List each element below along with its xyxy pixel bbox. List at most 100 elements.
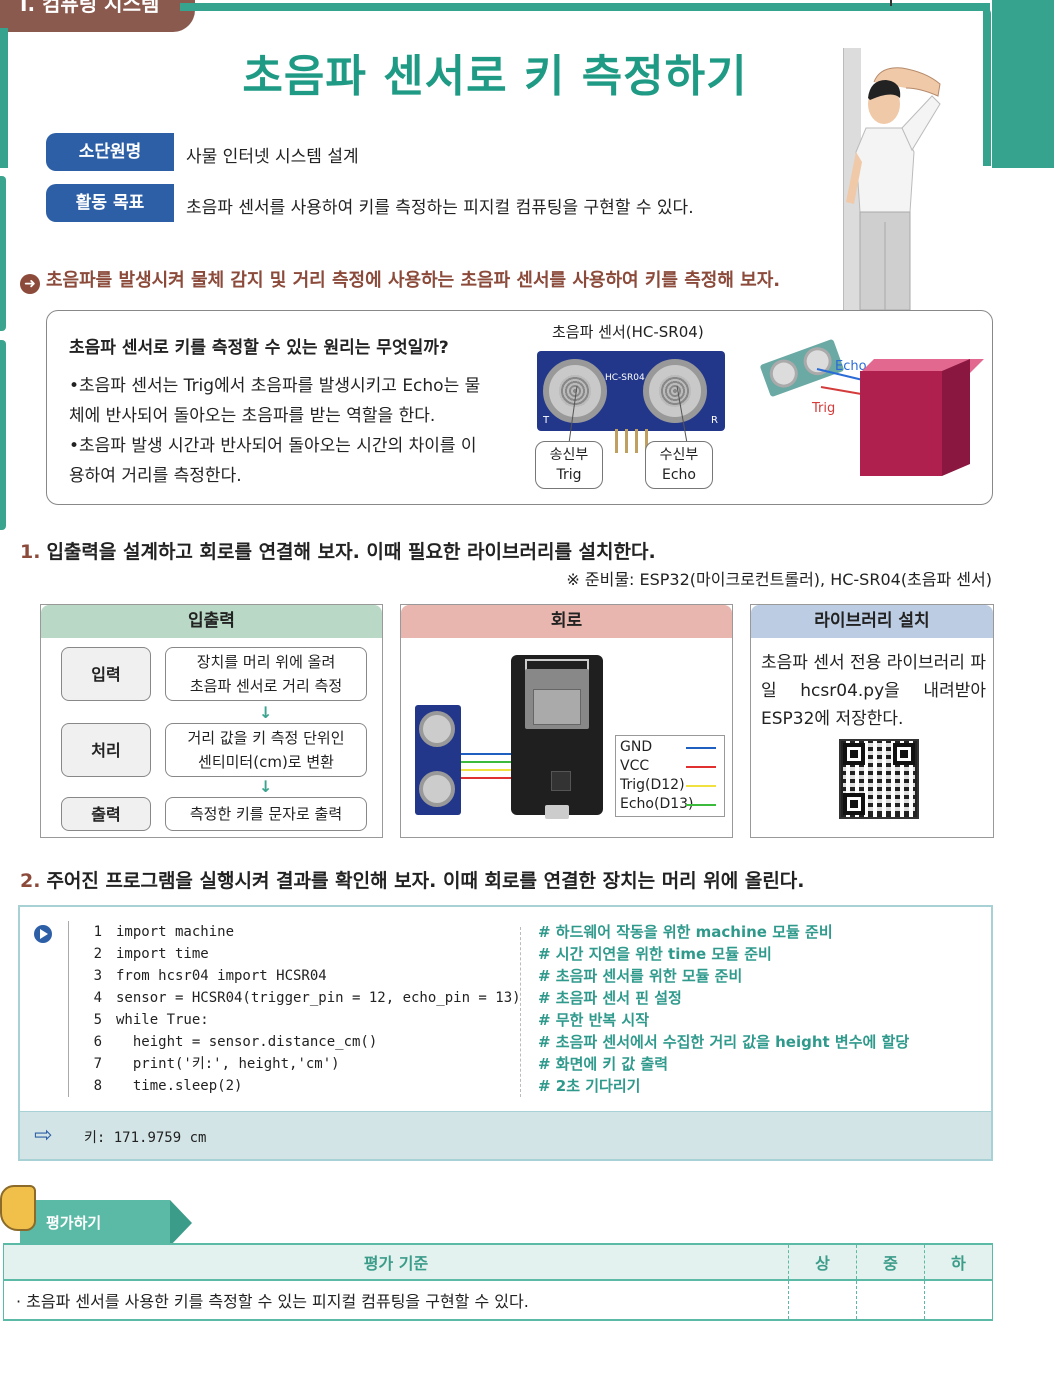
evaluation-header-row: 평가 기준 상 중 하 — [3, 1243, 993, 1280]
code-line: import machine — [116, 924, 235, 940]
mini-sensor-can — [765, 355, 802, 392]
step-1-heading: 1. 입출력을 설계하고 회로를 연결해 보자. 이때 필요한 라이브러리를 설치… — [20, 537, 656, 564]
ultrasonic-can — [419, 711, 455, 747]
step-2-number: 2. — [20, 870, 41, 892]
io-panel: 입출력 입력 장치를 머리 위에 올려 초음파 센서로 거리 측정 ↓ 처리 거… — [40, 604, 383, 838]
principle-question: 초음파 센서로 키를 측정할 수 있는 원리는 무엇일까? — [69, 338, 449, 358]
legend-vcc-line — [686, 766, 716, 768]
code-comment: # 화면에 키 값 출력 — [538, 1055, 669, 1073]
principle-bullet-1: •초음파 센서는 Trig에서 초음파를 발생시키고 Echo는 물체에 반사되… — [69, 376, 481, 426]
diagram-trig-label: Trig — [812, 401, 836, 416]
callout-transmitter-pin: Trig — [556, 467, 582, 483]
wire-trig — [461, 769, 513, 771]
esp32-ic — [551, 771, 571, 791]
callout-transmitter: 송신부 Trig — [535, 441, 603, 489]
library-instructions: 초음파 센서 전용 라이브러리 파일 hcsr04.py을 내려받아 ESP32… — [761, 653, 986, 729]
code-line: print('키:', height,'cm') — [116, 1056, 340, 1072]
sensor-caption: 초음파 센서(HC-SR04) — [552, 323, 704, 341]
code-line: time.sleep(2) — [116, 1078, 243, 1094]
io-input-line: 장치를 머리 위에 올려 — [196, 653, 336, 671]
side-tab-1 — [0, 176, 6, 331]
qr-code[interactable] — [839, 739, 919, 819]
line-number: 4 — [93, 990, 102, 1006]
grade-low-cell[interactable] — [924, 1279, 993, 1321]
line-number: 7 — [93, 1056, 102, 1072]
grade-mid-cell[interactable] — [856, 1279, 925, 1321]
code-comment: # 무한 반복 시작 — [538, 1011, 650, 1029]
evaluation-badge-arrow — [170, 1200, 192, 1246]
ultrasonic-sensor-image — [415, 705, 461, 815]
line-number: 3 — [93, 968, 102, 984]
wire-vcc — [461, 777, 513, 779]
code-comments: # 하드웨어 작동을 위한 machine 모듈 준비 # 시간 지연을 위한 t… — [538, 921, 909, 1097]
io-process-label: 처리 — [61, 723, 151, 777]
step-2-heading: 2. 주어진 프로그램을 실행시켜 결과를 확인해 보자. 이때 회로를 연결한 … — [20, 866, 805, 893]
unit-tab[interactable]: I. 컴퓨팅 시스템 — [0, 0, 195, 32]
goal-value: 초음파 센서를 사용하여 키를 측정하는 피지컬 컴퓨팅을 구현할 수 있다. — [186, 198, 694, 218]
io-input-line: 초음파 센서로 거리 측정 — [189, 677, 343, 695]
evaluation-row: · 초음파 센서를 사용한 키를 측정할 수 있는 피지컬 컴퓨팅을 구현할 수… — [3, 1279, 993, 1321]
code-line: while True: — [116, 1012, 209, 1028]
io-output-label: 출력 — [61, 797, 151, 831]
run-icon[interactable] — [34, 925, 52, 943]
qr-finder — [843, 743, 865, 765]
goal-label: 활동 목표 — [46, 184, 174, 222]
principle-box: 초음파 센서로 키를 측정할 수 있는 원리는 무엇일까? •초음파 센서는 T… — [46, 310, 993, 505]
evaluation-badge: 평가하기 — [20, 1200, 170, 1246]
callout-receiver-title: 수신부 — [659, 447, 699, 463]
circuit-panel-header: 회로 — [401, 605, 732, 638]
line-number: 8 — [93, 1078, 102, 1094]
line-number: 1 — [93, 924, 102, 940]
line-numbers: 1 2 3 4 5 6 7 8 — [82, 921, 102, 1097]
usb-port — [545, 805, 569, 819]
comment-divider — [520, 927, 521, 1097]
legend-gnd-line — [686, 747, 716, 749]
code-comment: # 하드웨어 작동을 위한 machine 모듈 준비 — [538, 923, 833, 941]
principle-bullet-2-text: 초음파 발생 시간과 반사되어 돌아오는 시간의 차이를 이용하여 거리를 측정… — [69, 436, 477, 486]
callout-receiver-pin: Echo — [662, 467, 696, 483]
io-process-box: 거리 값을 키 측정 단위인 센티미터(cm)로 변환 — [165, 723, 367, 777]
io-input-box: 장치를 머리 위에 올려 초음파 센서로 거리 측정 — [165, 647, 367, 701]
code-comment: # 초음파 센서에서 수집한 거리 값을 height 변수에 할당 — [538, 1033, 910, 1051]
io-output-box: 측정한 키를 문자로 출력 — [165, 797, 367, 831]
code-area: 1 2 3 4 5 6 7 8 import machine import tim… — [20, 907, 991, 1111]
grade-mid-header: 중 — [856, 1243, 925, 1280]
library-panel-header: 라이브러리 설치 — [751, 605, 993, 638]
student-photo — [846, 67, 941, 310]
code-lines: import machine import time from hcsr04 imp… — [116, 921, 521, 1097]
io-process-line: 거리 값을 키 측정 단위인 — [187, 729, 345, 747]
legend-echo-line — [686, 804, 716, 806]
code-line: sensor = HCSR04(trigger_pin = 12, echo_p… — [116, 990, 521, 1006]
step-1-number: 1. — [20, 541, 41, 563]
legend-trig-line — [686, 785, 716, 787]
evaluation-criterion: · 초음파 센서를 사용한 키를 측정할 수 있는 피지컬 컴퓨팅을 구현할 수… — [3, 1279, 789, 1321]
principle-bullet-1-text: 초음파 센서는 Trig에서 초음파를 발생시키고 Echo는 물체에 반사되어… — [69, 376, 481, 426]
frame-top-border — [180, 3, 990, 11]
esp32-board-image — [511, 655, 603, 819]
circuit-panel: 회로 GND VCC Trig(D12) Echo(D13) — [400, 604, 733, 838]
output-row: ⇨ 키: 171.9759 cm — [20, 1111, 991, 1159]
esp32-chip — [533, 689, 581, 725]
qr-finder — [893, 743, 915, 765]
wire-legend: GND VCC Trig(D12) Echo(D13) — [615, 735, 725, 817]
code-line: import time — [116, 946, 209, 962]
wire-echo — [461, 761, 513, 763]
step-1-text: 입출력을 설계하고 회로를 연결해 보자. 이때 필요한 라이브러리를 설치한다… — [46, 541, 656, 563]
wire-gnd — [461, 753, 513, 755]
evaluation-criteria-header: 평가 기준 — [3, 1243, 789, 1280]
frame-corner-mark — [890, 0, 892, 6]
code-line: height = sensor.distance_cm() — [116, 1034, 378, 1050]
qr-finder — [843, 793, 865, 815]
io-down-arrow-icon: ↓ — [259, 777, 273, 796]
io-process-line: 센티미터(cm)로 변환 — [198, 753, 334, 771]
intro-prompt: ➜ 초음파를 발생시켜 물체 감지 및 거리 측정에 사용하는 초음파 센서를 사… — [20, 266, 780, 294]
code-comment: # 시간 지연을 위한 time 모듈 준비 — [538, 945, 772, 963]
io-down-arrow-icon: ↓ — [259, 703, 273, 722]
callout-transmitter-title: 송신부 — [549, 447, 589, 463]
grade-high-cell[interactable] — [788, 1279, 857, 1321]
gutter-divider — [68, 921, 69, 1097]
evaluation-badge-label: 평가하기 — [46, 1214, 102, 1232]
ultrasonic-can — [419, 771, 455, 807]
principle-bullet-2: •초음파 발생 시간과 반사되어 돌아오는 시간의 차이를 이용하여 거리를 측… — [69, 436, 477, 486]
intro-text: 초음파를 발생시켜 물체 감지 및 거리 측정에 사용하는 초음파 센서를 사용… — [46, 270, 781, 291]
